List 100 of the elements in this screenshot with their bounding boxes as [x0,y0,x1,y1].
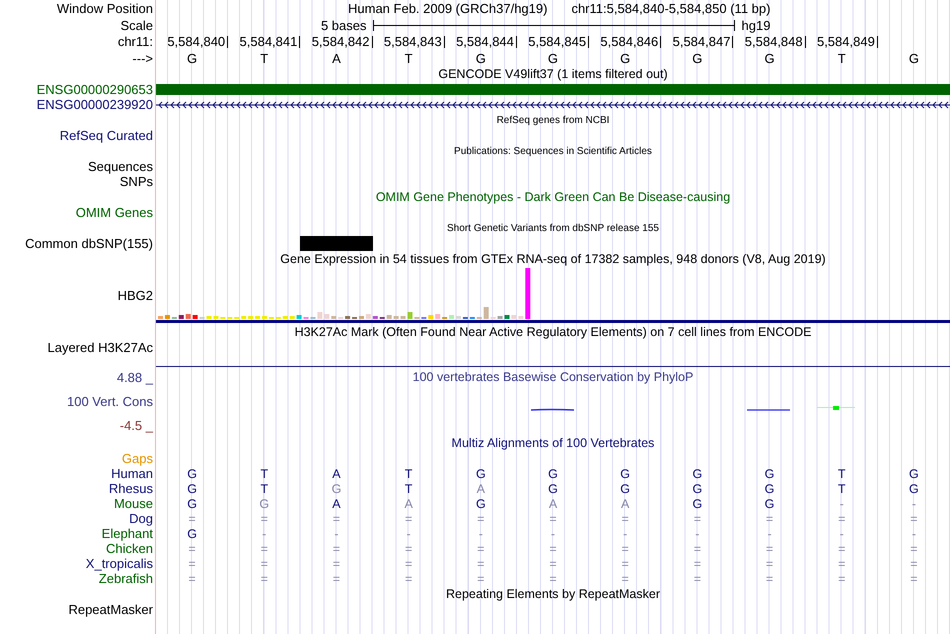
axis-max-label: 4.88 _ [116,370,153,384]
track-label: X_tropicalis [86,556,153,571]
alignment-base: G [259,496,270,510]
alignment-base: = [260,572,268,586]
track-caption: Short Genetic Variants from dbSNP release 155 [447,222,659,234]
track-label: Chicken [106,541,153,556]
alignment-base: T [404,482,412,496]
alignment-base: = [766,556,774,570]
alignment-base: = [910,542,918,556]
chromosome-label: chr11: [118,34,153,49]
track-label: Layered H3K27Ac [47,340,153,355]
alignment-base: G [692,466,702,480]
alignment-base: = [622,512,629,526]
sequence-base: G [620,50,630,66]
expression-bar [394,316,399,319]
position-tick-label: 5,584,841 [240,36,300,48]
alignment-base: G [187,526,197,540]
track-label: OMIM Genes [76,205,153,220]
alignment-base: = [549,542,557,556]
alignment-base: - [912,526,916,540]
alignment-base: = [838,542,846,556]
alignment-base: - [623,526,628,540]
alignment-base: - [695,526,700,540]
expression-bar [317,312,322,319]
track-label: Sequences [88,159,153,174]
position-tick-label: 5,584,849 [816,36,878,48]
alignment-base: G [476,466,486,480]
alignment-base: = [260,542,268,556]
track-label: HBG2 [118,288,153,303]
alignment-base: G [187,482,197,496]
alignment-base: G [692,496,702,510]
alignment-base: G [620,466,630,480]
alignment-base: - [478,526,483,540]
expression-bar [164,315,170,319]
alignment-base: A [621,496,630,510]
alignment-base: = [766,572,774,586]
expression-bar [372,316,378,319]
track-label: RefSeq Curated [60,128,153,143]
alignment-base: = [910,556,918,570]
alignment-base: - [262,526,266,540]
alignment-base: - [840,526,844,540]
expression-bar [345,316,350,319]
sequence-base: G [692,50,702,66]
sequence-base: G [187,50,198,66]
alignment-base: = [477,512,484,526]
sequence-base: A [332,50,341,66]
expression-bar [366,314,371,319]
sequence-base: G [764,50,775,66]
expression-bar [518,316,524,319]
alignment-base: = [622,542,629,556]
alignment-base: A [332,466,341,480]
alignment-base: T [838,482,846,496]
alignment-base: A [548,496,558,510]
sequence-base: T [838,50,846,66]
alignment-base: = [260,556,268,570]
expression-bar [213,316,218,319]
alignment-base: = [549,556,557,570]
alignment-base: = [766,512,774,526]
position-tick-label: 5,584,844 [456,36,517,48]
alignment-base: = [622,556,629,570]
track-title: OMIM Gene Phenotypes - Dark Green Can Be Disease-causing [376,190,730,204]
track-label: ENSG00000290653 [36,82,153,97]
sequence-base: T [260,50,268,66]
expression-bar [428,315,434,319]
track-label: RepeatMasker [68,602,153,617]
alignment-base: = [188,542,196,556]
alignment-base: = [477,542,484,556]
alignment-base: = [332,542,340,556]
track-label: Rhesus [108,481,153,496]
axis-min-label: -4.5 _ [120,418,153,432]
alignment-base: = [404,572,412,586]
expression-bar [435,314,440,319]
expression-bar [511,315,516,319]
expression-bar [324,314,330,319]
alignment-base: = [404,542,412,556]
alignment-base: = [260,512,268,526]
alignment-base: G [909,482,919,496]
position-tick-label: 5,584,840 [167,36,228,48]
track-caption: Publications: Sequences in Scientific Articles [454,146,652,156]
alignment-base: = [838,512,846,526]
alignment-base: G [764,482,774,496]
position-tick-label: 5,584,846 [600,36,662,48]
track-title: Repeating Elements by RepeatMasker [446,587,660,601]
alignment-base: = [332,512,340,526]
alignment-base: A [332,496,341,510]
alignment-base: T [838,466,846,480]
alignment-base: - [912,496,916,510]
sequence-base: G [476,50,486,66]
expression-bar [178,315,184,319]
track-label: Human [111,466,153,481]
sequence-base: G [908,50,919,66]
alignment-base: G [332,482,342,496]
assembly-label: hg19 [742,18,770,32]
alignment-base: T [260,466,268,480]
expression-bar [525,268,530,319]
alignment-base: G [548,466,558,480]
alignment-base: = [477,572,484,586]
expression-bar [248,316,254,319]
expression-bar [484,307,489,319]
alignment-base: - [840,496,844,510]
